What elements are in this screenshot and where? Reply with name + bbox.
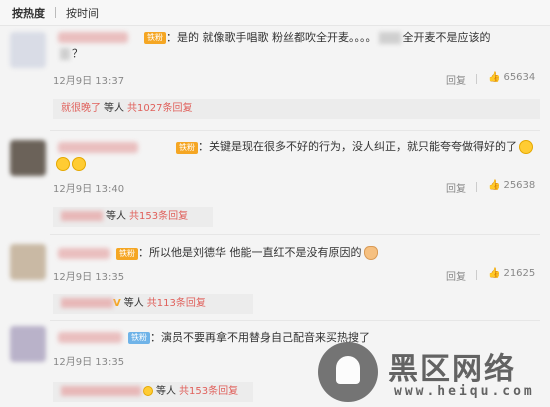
- emoji-icon: [143, 386, 153, 396]
- like-button[interactable]: 👍 21625: [488, 268, 535, 279]
- comment-text-part: ？: [72, 47, 83, 60]
- reply-button[interactable]: 回复: [446, 72, 466, 87]
- view-replies-link[interactable]: 共113条回复: [147, 298, 206, 309]
- reply-others-label: 等人: [106, 211, 126, 222]
- site-watermark: 黑区网络 www.heiqu.com: [318, 340, 550, 406]
- redacted-name: [378, 32, 401, 44]
- divider: [476, 270, 477, 280]
- timestamp: 12月9日 13:40: [53, 184, 125, 195]
- replies-summary[interactable]: 等人 共153条回复: [53, 207, 213, 227]
- timestamp: 12月9日 13:37: [53, 76, 125, 87]
- fan-badge: 铁粉: [116, 248, 138, 260]
- avatar[interactable]: [10, 140, 46, 176]
- avatar[interactable]: [10, 32, 46, 68]
- timestamp: 12月9日 13:35: [53, 272, 125, 283]
- timestamp: 12月9日 13:35: [53, 357, 125, 368]
- fan-badge: 铁粉: [144, 32, 166, 44]
- sort-bar: 按热度 按时间: [0, 0, 550, 26]
- comment-text-part: 全开麦不是应该的: [402, 31, 491, 44]
- comment-text-line2: ？: [58, 46, 83, 62]
- reply-username[interactable]: [61, 298, 113, 308]
- comment-text-part: ：关键是现在很多不好的行为，没人纠正，就只能夸夸做得好的了: [198, 140, 517, 153]
- fan-badge: 铁粉: [128, 332, 150, 344]
- like-button[interactable]: 👍 25638: [488, 180, 535, 191]
- like-button[interactable]: 👍 65634: [488, 72, 535, 83]
- comment-text-part: ：是的 就像歌手唱歌 粉丝都吹全开麦。。。。: [166, 31, 377, 44]
- comment-divider: [50, 130, 540, 131]
- view-replies-link[interactable]: 共153条回复: [129, 211, 188, 222]
- like-count: 25638: [503, 180, 536, 191]
- reply-button[interactable]: 回复: [446, 180, 466, 195]
- redacted-name: [60, 48, 70, 60]
- reply-button[interactable]: 回复: [446, 268, 466, 283]
- thumbs-up-icon: 👍: [488, 72, 501, 83]
- reply-others-label: 等人: [104, 103, 124, 114]
- username[interactable]: [58, 142, 138, 153]
- sort-divider: [55, 7, 56, 18]
- reply-username[interactable]: 就很晚了: [61, 103, 101, 114]
- replies-summary[interactable]: V 等人 共113条回复: [53, 294, 253, 314]
- comment-divider: [50, 234, 540, 235]
- comment-text: ：所以他是刘德华 他能一直红不是没有原因的: [138, 245, 378, 261]
- reply-username[interactable]: [61, 211, 103, 221]
- replies-summary[interactable]: 等人 共153条回复: [53, 382, 253, 402]
- sort-by-time-tab[interactable]: 按时间: [66, 5, 99, 21]
- watermark-logo-icon: [318, 342, 378, 402]
- watermark-title: 黑区网络: [388, 352, 516, 387]
- laughing-emoji-icon: [519, 140, 533, 154]
- thumbs-up-icon: 👍: [488, 180, 501, 191]
- comment-text: ：关键是现在很多不好的行为，没人纠正，就只能夸夸做得好的了: [198, 139, 533, 155]
- comment-text: ：是的 就像歌手唱歌 粉丝都吹全开麦。。。。 全开麦不是应该的: [166, 30, 491, 46]
- username[interactable]: [58, 332, 122, 343]
- replies-summary[interactable]: 就很晚了 等人 共1027条回复: [53, 99, 540, 119]
- laughing-emoji-icon: [72, 157, 86, 171]
- divider: [476, 74, 477, 84]
- username[interactable]: [58, 248, 110, 259]
- reply-username[interactable]: [61, 386, 141, 396]
- like-count: 65634: [503, 72, 536, 83]
- view-replies-link[interactable]: 共1027条回复: [127, 103, 192, 114]
- laughing-emoji-icon: [56, 157, 70, 171]
- like-count: 21625: [503, 268, 536, 279]
- thumbs-up-emoji-icon: [363, 246, 378, 260]
- sort-by-hot-tab[interactable]: 按热度: [12, 5, 45, 21]
- reply-others-label: 等人: [156, 386, 176, 397]
- comment-divider: [50, 320, 540, 321]
- username[interactable]: [58, 32, 128, 43]
- reply-others-label: 等人: [123, 298, 144, 309]
- verified-v-icon: V: [113, 298, 121, 309]
- comment-text-part: ：所以他是刘德华 他能一直红不是没有原因的: [138, 246, 362, 259]
- comment-emoji-row: [54, 156, 86, 172]
- view-replies-link[interactable]: 共153条回复: [179, 386, 238, 397]
- fan-badge: 铁粉: [176, 142, 198, 154]
- avatar[interactable]: [10, 326, 46, 362]
- avatar[interactable]: [10, 244, 46, 280]
- watermark-url: www.heiqu.com: [394, 384, 535, 399]
- divider: [476, 182, 477, 192]
- thumbs-up-icon: 👍: [488, 268, 501, 279]
